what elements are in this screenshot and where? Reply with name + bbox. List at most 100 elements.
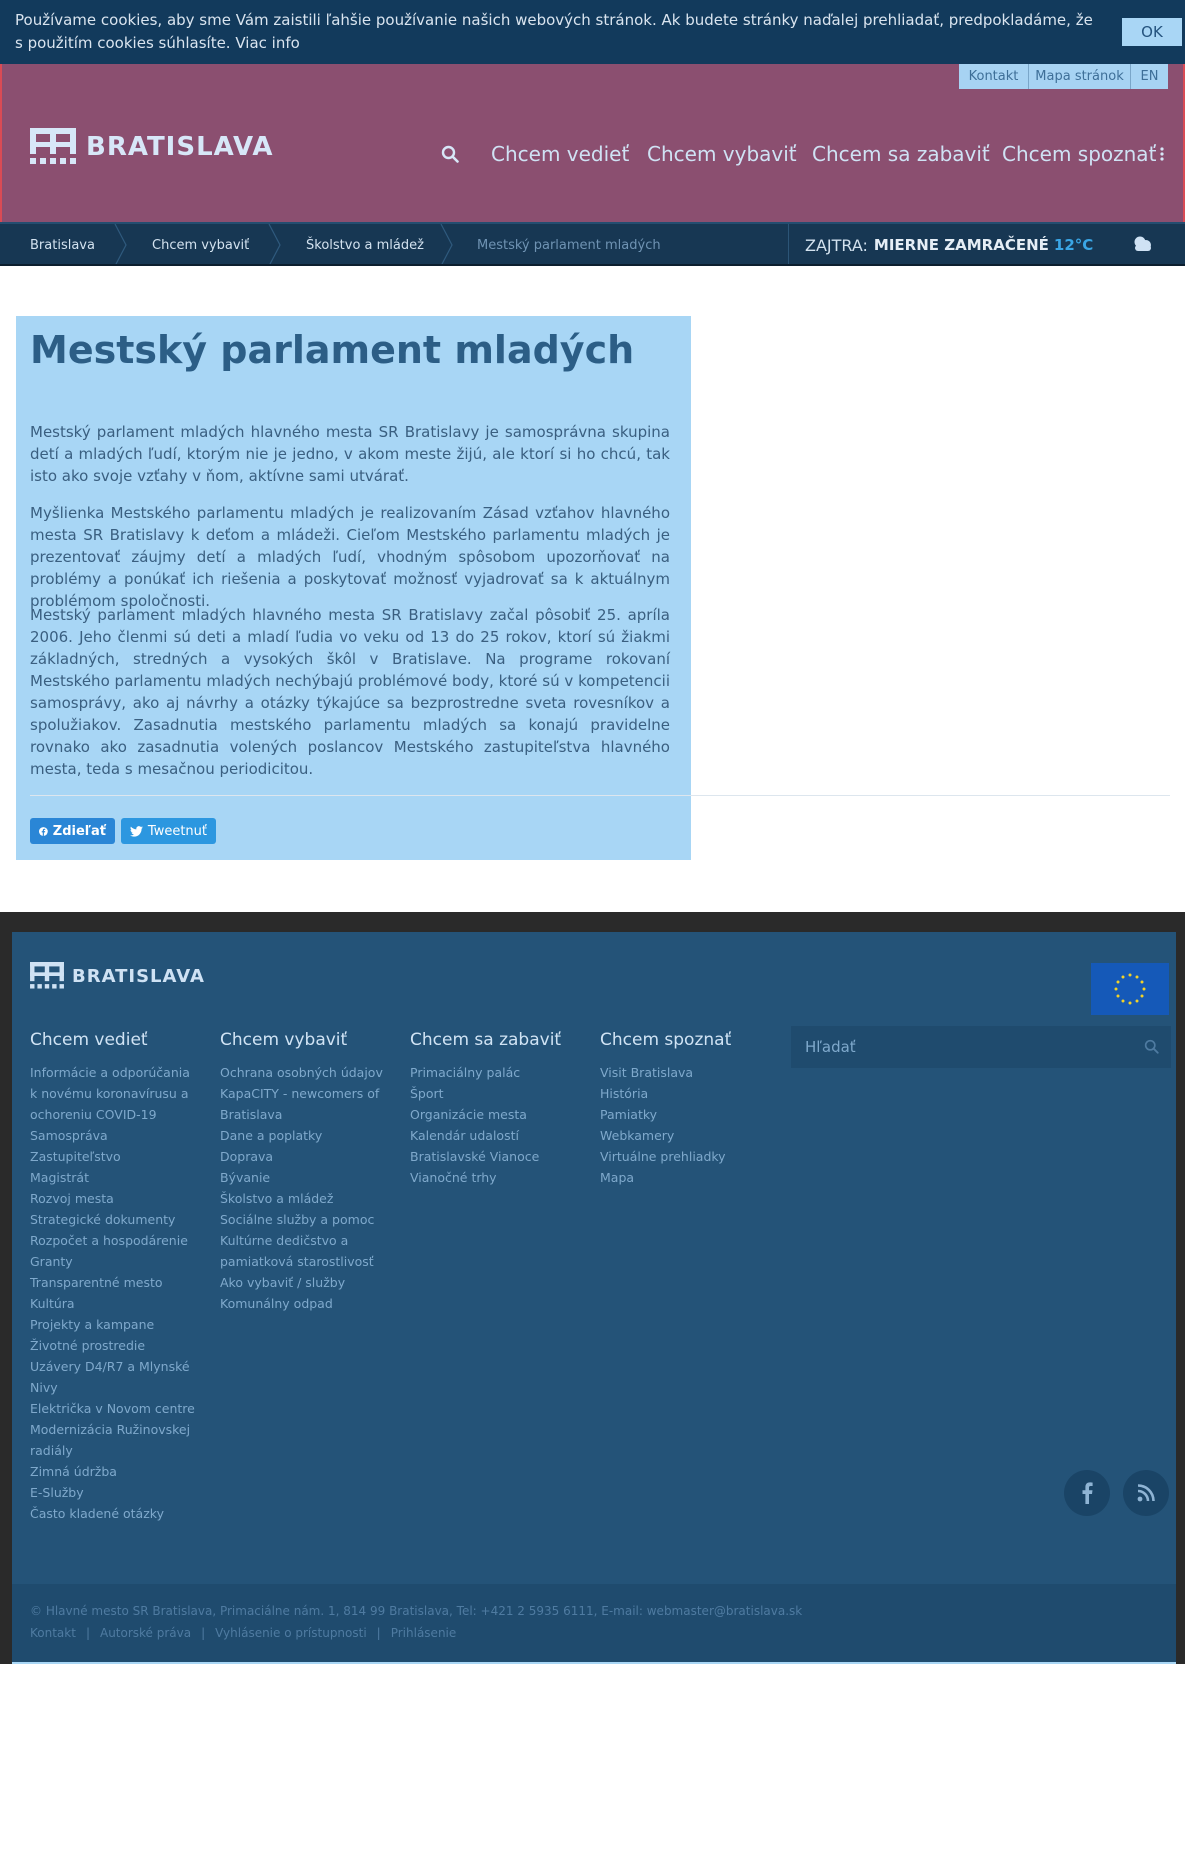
nav-label: Chcem spoznať (1002, 142, 1157, 166)
footer-link[interactable]: Dane a poplatky (220, 1125, 390, 1146)
footer-link[interactable]: Virtuálne prehliadky (600, 1146, 770, 1167)
nav-chcem-spoznat[interactable]: Chcem spoznať (1002, 134, 1156, 174)
footer-link[interactable]: Modernizácia Ružinovskej radiály (30, 1419, 200, 1461)
breadcrumb: Bratislava Chcem vybaviť Školstvo a mlád… (0, 222, 1185, 266)
breadcrumb-separator-icon (440, 224, 453, 266)
legal-link-accessibility[interactable]: Vyhlásenie o prístupnosti (215, 1626, 367, 1640)
footer-column-title[interactable]: Chcem spoznať (600, 1030, 770, 1052)
footer-link[interactable]: Kultúra (30, 1293, 200, 1314)
cookie-message: Používame cookies, aby sme Vám zaistili … (15, 11, 1093, 52)
footer-edge (1176, 1584, 1185, 1664)
site-logo[interactable]: BRATISLAVA (30, 128, 273, 166)
footer-link[interactable]: Visit Bratislava (600, 1062, 770, 1083)
nav-chcem-sa-zabavit[interactable]: Chcem sa zabaviť (812, 134, 990, 174)
footer-link-list: Informácie a odporúčania k novému korona… (30, 1062, 200, 1524)
header-search-button[interactable] (441, 134, 471, 174)
footer-link[interactable]: Ochrana osobných údajov (220, 1062, 390, 1083)
footer-link-list: Visit Bratislava História Pamiatky Webkamer… (600, 1062, 770, 1188)
footer-link[interactable]: Magistrát (30, 1167, 200, 1188)
utility-kontakt-link[interactable]: Kontakt (959, 64, 1028, 89)
legal-link-kontakt[interactable]: Kontakt (30, 1626, 76, 1640)
footer-link[interactable]: Projekty a kampane (30, 1314, 200, 1335)
footer-link[interactable]: História (600, 1083, 770, 1104)
breadcrumb-item-bratislava[interactable]: Bratislava (30, 224, 95, 266)
nav-label: Chcem sa zabaviť (812, 142, 990, 166)
footer-bottom-line (12, 1662, 1176, 1664)
footer-column-zabavit: Chcem sa zabaviť Primaciálny palác Šport O… (410, 1030, 580, 1188)
utility-language-link[interactable]: EN (1130, 64, 1168, 89)
footer-link[interactable]: Primaciálny palác (410, 1062, 580, 1083)
footer-link[interactable]: Kultúrne dedičstvo a pamiatková starostl… (220, 1230, 390, 1272)
cookie-info-link[interactable]: Viac info (235, 34, 299, 52)
footer-link[interactable]: Bývanie (220, 1167, 390, 1188)
footer-link[interactable]: Mapa (600, 1167, 770, 1188)
footer-link[interactable]: Rozpočet a hospodárenie (30, 1230, 200, 1251)
footer-link[interactable]: Rozvoj mesta (30, 1188, 200, 1209)
eu-flag-icon (1091, 963, 1169, 1015)
footer-edge (0, 1584, 12, 1664)
footer-logo[interactable]: BRATISLAVA (30, 962, 205, 990)
footer-link[interactable]: Granty (30, 1251, 200, 1272)
footer-link[interactable]: Transparentné mesto (30, 1272, 200, 1293)
footer-top-band (0, 912, 1185, 932)
twitter-icon (130, 825, 143, 837)
footer-link[interactable]: Webkamery (600, 1125, 770, 1146)
footer-column-vediet: Chcem vedieť Informácie a odporúčania k … (30, 1030, 200, 1524)
footer-link[interactable]: Organizácie mesta (410, 1104, 580, 1125)
bratislava-logo-icon (30, 962, 64, 989)
footer-link[interactable]: Zimná údržba (30, 1461, 200, 1482)
search-icon[interactable] (1144, 1039, 1159, 1054)
breadcrumb-separator-icon (114, 224, 127, 266)
footer-link[interactable]: Strategické dokumenty (30, 1209, 200, 1230)
footer-link[interactable]: Školstvo a mládež (220, 1188, 390, 1209)
footer-link[interactable]: KapaCITY - newcomers of Bratislava (220, 1083, 390, 1125)
footer-legal-bar (12, 1584, 1176, 1664)
breadcrumb-current: Mestský parlament mladých (477, 237, 661, 253)
footer-link[interactable]: Samospráva (30, 1125, 200, 1146)
weather-widget: ZAJTRA: MIERNE ZAMRAČENÉ 12°C (788, 224, 1168, 266)
footer-link[interactable]: Zastupiteľstvo (30, 1146, 200, 1167)
footer-link[interactable]: Uzávery D4/R7 a Mlynské Nivy (30, 1356, 200, 1398)
page-title: Mestský parlament mladých (30, 328, 635, 372)
legal-link-login[interactable]: Prihlásenie (391, 1626, 457, 1640)
weather-temperature: 12°C (1053, 236, 1094, 254)
footer-link[interactable]: Komunálny odpad (220, 1293, 390, 1314)
twitter-share-label: Tweetnuť (147, 823, 207, 839)
weather-label: ZAJTRA: (805, 235, 868, 255)
legal-separator: | (201, 1626, 206, 1640)
nav-chcem-vybavit[interactable]: Chcem vybaviť (647, 134, 797, 174)
footer-link[interactable]: Doprava (220, 1146, 390, 1167)
cookie-ok-button[interactable]: OK (1122, 18, 1182, 46)
footer-link[interactable]: Často kladené otázky (30, 1503, 200, 1524)
more-menu-button[interactable] (1160, 134, 1170, 174)
breadcrumb-item-skolstvo[interactable]: Školstvo a mládež (306, 224, 424, 266)
footer-link[interactable]: Električka v Novom centre (30, 1398, 200, 1419)
footer-link-list: Ochrana osobných údajov KapaCITY - newcom… (220, 1062, 390, 1314)
footer-link[interactable]: Ako vybaviť / služby (220, 1272, 390, 1293)
facebook-share-button[interactable]: Zdieľať (30, 818, 115, 844)
nav-chcem-vediet[interactable]: Chcem vedieť (491, 134, 629, 174)
twitter-share-button[interactable]: Tweetnuť (121, 818, 216, 844)
article-paragraph: Myšlienka Mestského parlamentu mladých j… (30, 504, 670, 610)
footer-link[interactable]: Životné prostredie (30, 1335, 200, 1356)
rss-icon (1137, 1484, 1155, 1502)
footer-link[interactable]: Pamiatky (600, 1104, 770, 1125)
footer-link[interactable]: Šport (410, 1083, 580, 1104)
footer-link[interactable]: E-Služby (30, 1482, 200, 1503)
utility-sitemap-link[interactable]: Mapa stránok (1028, 64, 1130, 89)
footer-link[interactable]: Kalendár udalostí (410, 1125, 580, 1146)
footer-link[interactable]: Bratislavské Vianoce (410, 1146, 580, 1167)
footer-column-title[interactable]: Chcem vybaviť (220, 1030, 390, 1052)
footer-column-title[interactable]: Chcem vedieť (30, 1030, 200, 1052)
footer-column-vybavit: Chcem vybaviť Ochrana osobných údajov Kap… (220, 1030, 390, 1314)
footer-column-title[interactable]: Chcem sa zabaviť (410, 1030, 580, 1052)
footer-link[interactable]: Informácie a odporúčania k novému korona… (30, 1062, 200, 1125)
footer-link[interactable]: Vianočné trhy (410, 1167, 580, 1188)
breadcrumb-item-chcem-vybavit[interactable]: Chcem vybaviť (152, 224, 249, 266)
footer-search-input[interactable] (805, 1038, 1125, 1056)
footer-rss-link[interactable] (1123, 1470, 1169, 1516)
breadcrumb-separator-icon (268, 224, 281, 266)
footer-facebook-link[interactable] (1064, 1470, 1110, 1516)
legal-link-copyright[interactable]: Autorské práva (100, 1626, 191, 1640)
footer-link[interactable]: Sociálne služby a pomoc (220, 1209, 390, 1230)
